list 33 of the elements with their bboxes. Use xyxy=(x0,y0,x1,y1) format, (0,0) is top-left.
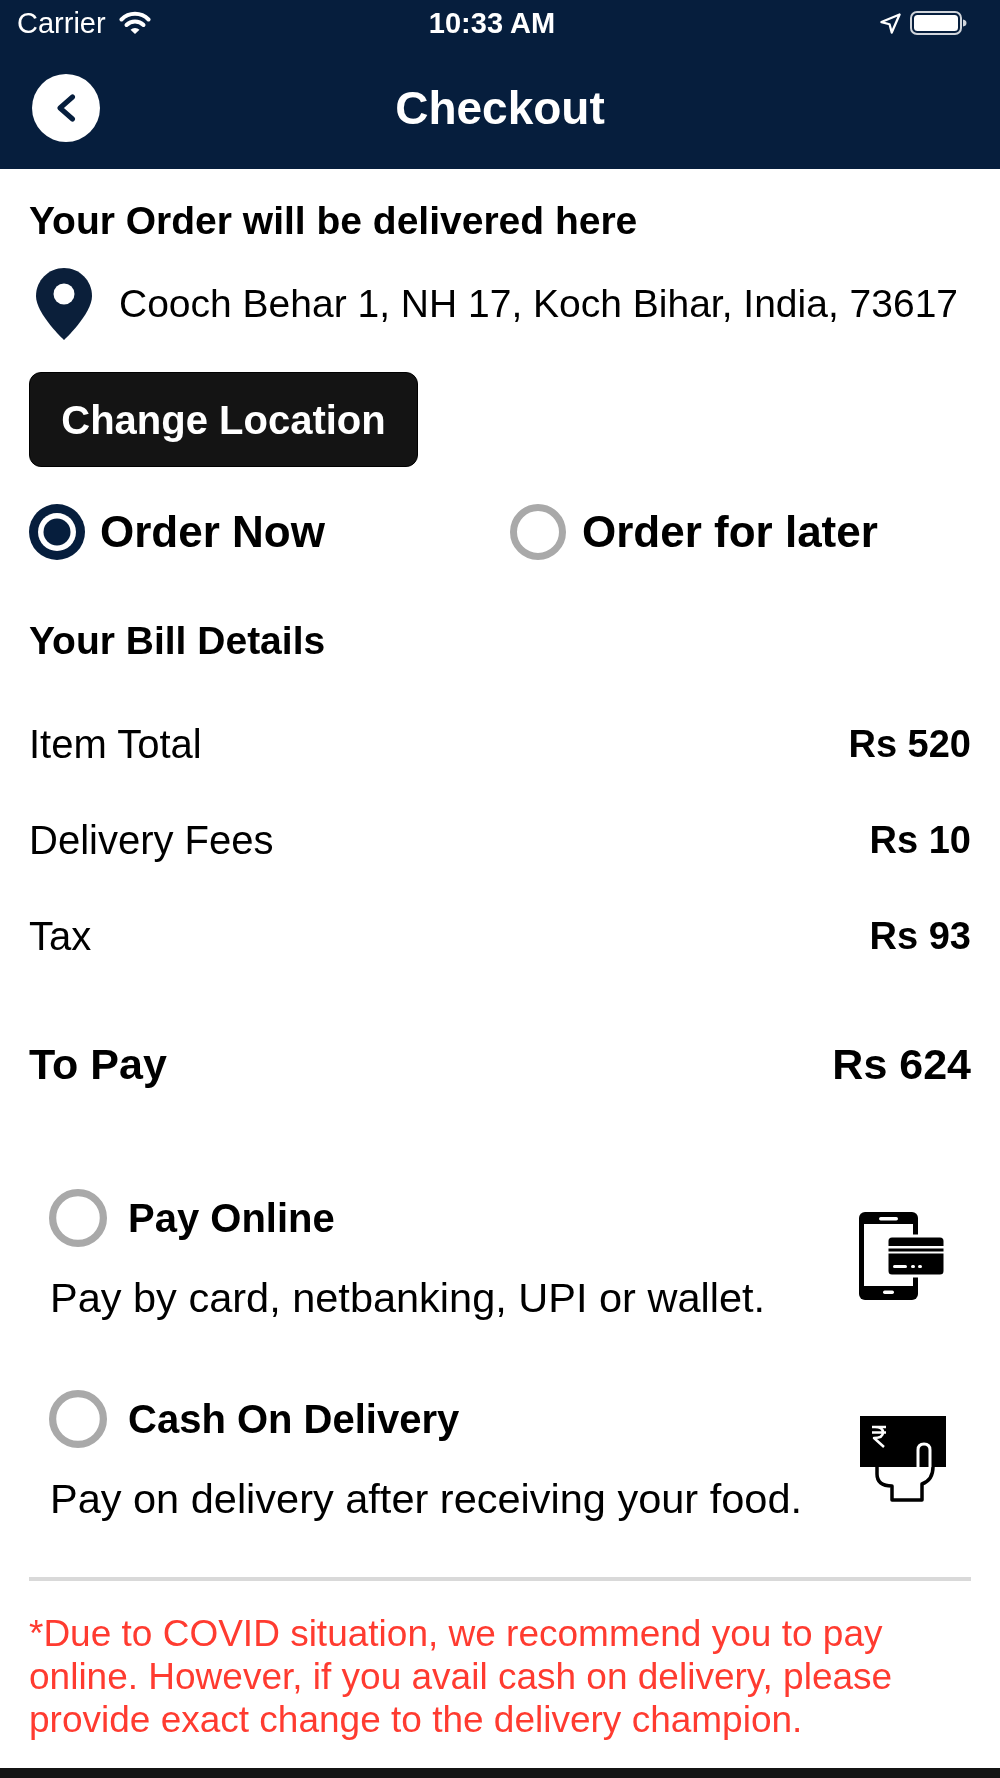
carrier-name: Carrier xyxy=(17,6,106,40)
radio-button[interactable] xyxy=(29,504,85,560)
battery-icon xyxy=(910,11,967,35)
bill-item-label: Item Total xyxy=(29,721,202,767)
covid-notice: *Due to COVID situation, we recommend you to pay online. However, if you avail cash on delivery, please provide exact change to the delivery champion. xyxy=(29,1612,894,1741)
page-title: Checkout xyxy=(395,80,605,135)
radio-button[interactable] xyxy=(49,1390,107,1448)
change-location-button[interactable]: Change Location xyxy=(29,372,418,467)
bill-item-label: Delivery Fees xyxy=(29,817,274,863)
cash-hand-icon xyxy=(860,1416,946,1502)
total-label: To Pay xyxy=(29,1039,167,1089)
location-pin-icon xyxy=(36,268,92,340)
order-option-label: Order Now xyxy=(100,507,325,557)
order-option-label: Order for later xyxy=(582,507,878,557)
bill-item-amount: Rs 520 xyxy=(848,722,971,766)
radio-button[interactable] xyxy=(510,504,566,560)
delivery-heading: Your Order will be delivered here xyxy=(29,199,639,243)
bill-item-label: Tax xyxy=(29,913,92,959)
payment-method-description: Pay on delivery after receiving your food. xyxy=(49,1475,802,1523)
wifi-icon xyxy=(118,11,151,35)
status-time: 10:33 AM xyxy=(428,6,556,40)
payment-method-description: Pay by card, netbanking, UPI or wallet. xyxy=(49,1274,766,1322)
location-arrow-icon xyxy=(880,12,901,34)
phone-card-icon xyxy=(859,1212,947,1300)
total-amount: Rs 624 xyxy=(832,1039,971,1089)
payment-method-title: Pay Online xyxy=(128,1195,335,1242)
chevron-left-icon xyxy=(56,93,76,122)
bill-item-amount: Rs 10 xyxy=(869,818,971,862)
bill-heading: Your Bill Details xyxy=(29,619,327,663)
delivery-address: Cooch Behar 1, NH 17, Koch Bihar, India, 73617 xyxy=(119,281,959,327)
bill-item-amount: Rs 93 xyxy=(869,914,971,958)
radio-button[interactable] xyxy=(49,1189,107,1247)
payment-method-title: Cash On Delivery xyxy=(128,1396,460,1443)
